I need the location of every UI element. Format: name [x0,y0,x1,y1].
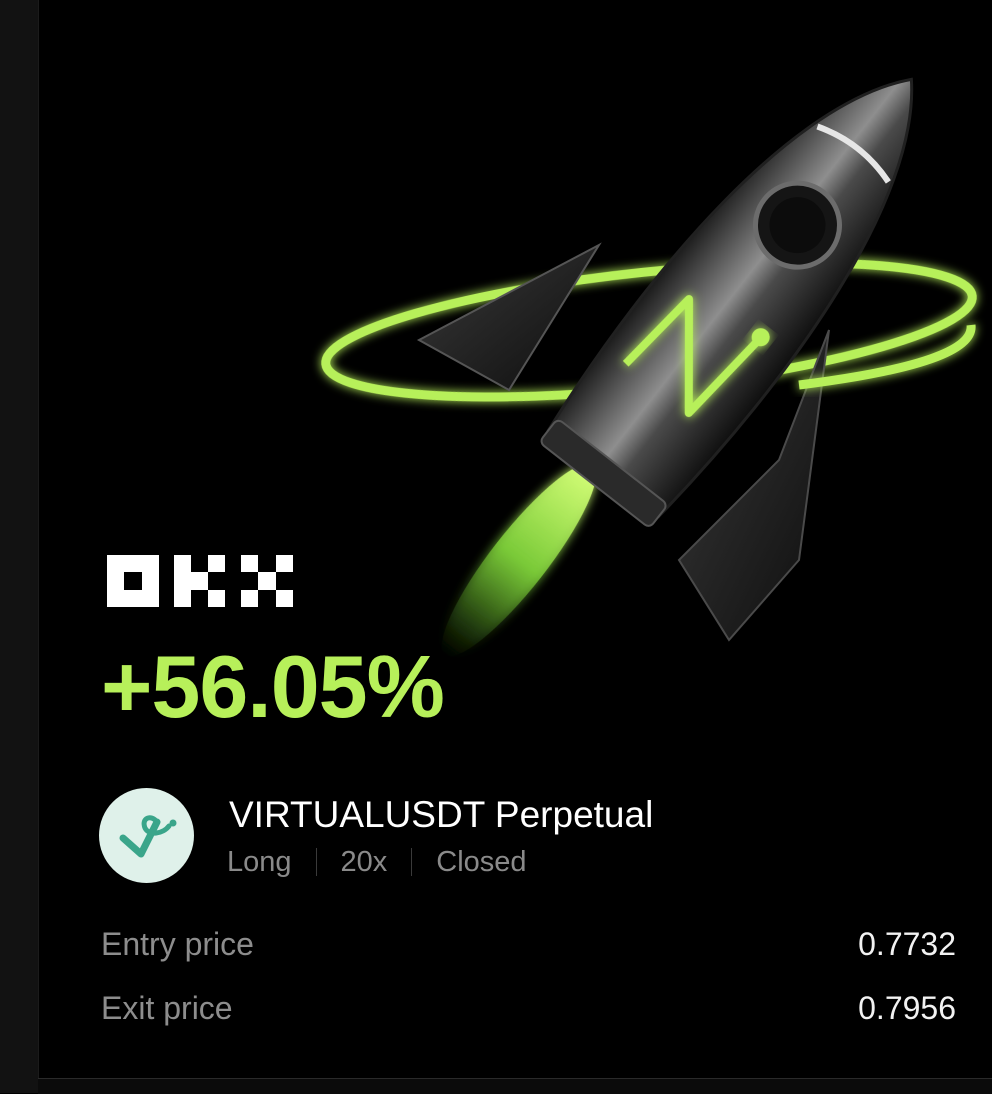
left-edge-panel [0,0,39,1093]
pnl-share-card: +56.05% VIRTUALUSDT Perpetual Long 20x C… [39,0,992,1078]
leverage-tag: 20x [340,845,388,878]
bottom-edge-panel [38,1078,992,1094]
direction-tag: Long [227,845,292,878]
tag-divider [411,848,413,876]
entry-price-label: Entry price [101,926,254,962]
entry-price-row: Entry price 0.7732 [101,922,956,966]
virtual-token-icon [99,788,194,883]
exit-price-value: 0.7956 [858,990,956,1026]
exit-price-label: Exit price [101,990,233,1026]
exit-price-row: Exit price 0.7956 [101,986,956,1030]
tag-divider [315,848,317,876]
pnl-percentage: +56.05% [101,637,445,736]
contract-title: VIRTUALUSDT Perpetual [229,794,654,835]
position-tags: Long 20x Closed [227,842,527,882]
entry-price-value: 0.7732 [858,926,956,962]
status-tag: Closed [436,845,527,878]
okx-logo-icon [107,555,293,607]
